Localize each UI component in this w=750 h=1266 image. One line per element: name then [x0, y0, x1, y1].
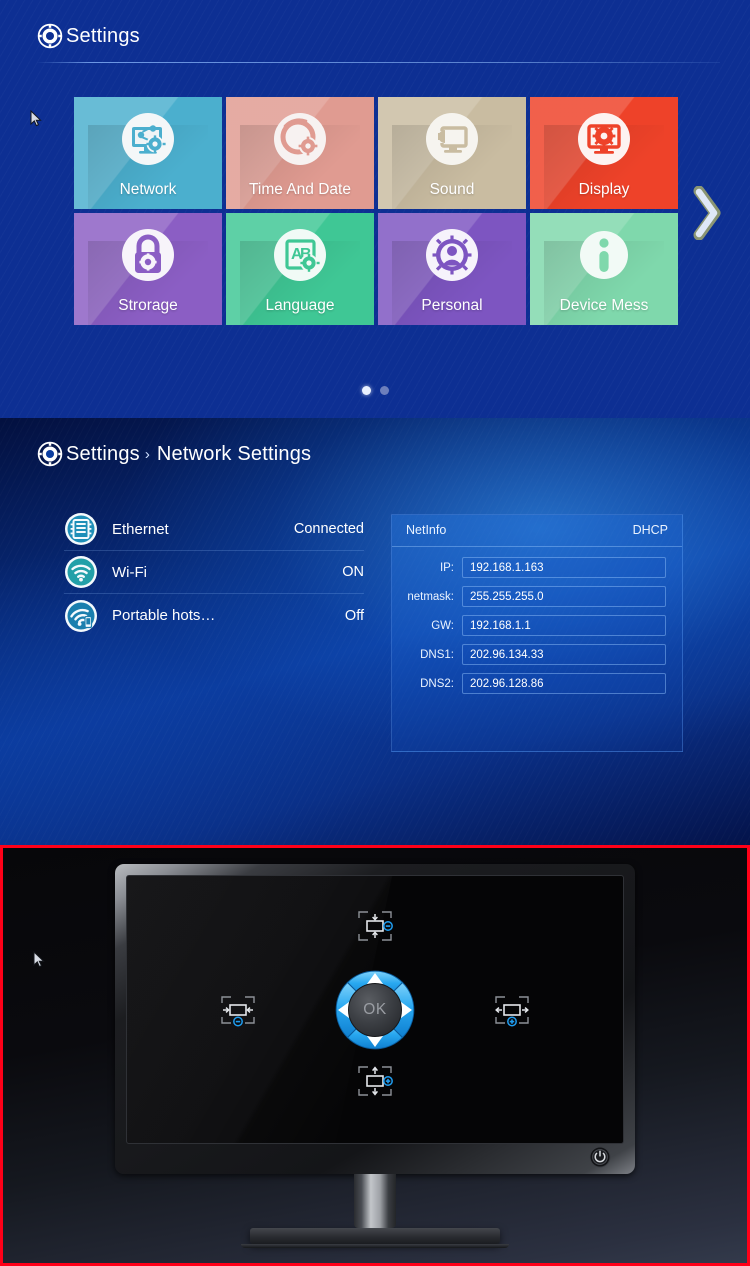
field-value[interactable]: 192.168.1.1: [462, 615, 666, 636]
netinfo-title: NetInfo: [406, 523, 447, 537]
field-value[interactable]: 192.168.1.163: [462, 557, 666, 578]
page-dot-active[interactable]: [361, 386, 371, 395]
clock-gear-icon: [272, 111, 328, 167]
screen-width-increase-icon[interactable]: [489, 992, 535, 1028]
screen-width-decrease-icon[interactable]: [215, 992, 261, 1028]
display-adjust-panel: OK: [0, 845, 750, 1266]
gear-icon: [36, 22, 64, 50]
settings-tile-grid: Network Time And Date Sound Display Stro…: [74, 97, 678, 329]
network-row-label: Portable hots…: [112, 607, 216, 624]
netinfo-mode[interactable]: DHCP: [633, 523, 668, 537]
netinfo-field-netmask: netmask: 255.255.255.0: [400, 586, 666, 607]
tile-label: Device Mess: [559, 297, 649, 314]
tile-strorage[interactable]: Strorage: [74, 213, 222, 325]
monitor-graphic: OK: [115, 864, 635, 1248]
monitor-base: [250, 1228, 500, 1244]
portable-hotspot-icon: [64, 599, 98, 633]
page-indicator: [0, 386, 750, 395]
settings-home-panel: Settings Network Time And Date Sound Dis…: [0, 0, 750, 418]
netinfo-field-dns2: DNS2: 202.96.128.86: [400, 673, 666, 694]
tile-row: Network Time And Date Sound Display: [74, 97, 678, 209]
tile-display[interactable]: Display: [530, 97, 678, 209]
network-settings-panel: Settings › Network Settings Ethernet Con…: [0, 418, 750, 845]
field-value[interactable]: 255.255.255.0: [462, 586, 666, 607]
tile-personal[interactable]: Personal: [378, 213, 526, 325]
ab-translate-icon: A B: [272, 227, 328, 283]
mouse-cursor: [33, 951, 45, 968]
display-gear-icon: [576, 111, 632, 167]
breadcrumb-root[interactable]: Settings: [66, 443, 140, 466]
tile-label: Time And Date: [249, 181, 351, 198]
gear-icon: [36, 440, 64, 468]
mouse-cursor: [30, 110, 42, 127]
ok-button[interactable]: OK: [348, 982, 402, 1037]
network-options-list: Ethernet Connected Wi-Fi ON Portable hot…: [64, 508, 364, 637]
power-icon[interactable]: [589, 1146, 611, 1168]
network-row-value: Off: [344, 607, 364, 624]
netinfo-field-dns1: DNS1: 202.96.134.33: [400, 644, 666, 665]
netinfo-field-gw: GW: 192.168.1.1: [400, 615, 666, 636]
tile-network[interactable]: Network: [74, 97, 222, 209]
field-label: DNS1:: [420, 648, 454, 661]
tile-language[interactable]: A B Language: [226, 213, 374, 325]
monitor-screen: OK: [126, 875, 624, 1144]
network-row-value: Connected: [293, 521, 364, 537]
network-row-ethernet[interactable]: Ethernet Connected: [64, 508, 364, 551]
field-label: IP:: [439, 561, 454, 574]
screen-height-decrease-icon[interactable]: [352, 908, 398, 944]
info-icon: [576, 227, 632, 283]
dpad-control: OK: [315, 950, 435, 1070]
page-title: Settings: [66, 24, 140, 47]
lock-gear-icon: [120, 227, 176, 283]
netinfo-card: NetInfo DHCP IP: 192.168.1.163 netmask: …: [391, 514, 683, 752]
tile-device-mess[interactable]: Device Mess: [530, 213, 678, 325]
chevron-right-icon[interactable]: [690, 185, 724, 241]
tile-label: Sound: [429, 181, 475, 198]
network-row-wifi[interactable]: Wi-Fi ON: [64, 551, 364, 594]
screenshot-root: Settings Network Time And Date Sound Dis…: [0, 0, 750, 1266]
network-share-monitor-icon: [120, 111, 176, 167]
wifi-icon: [64, 555, 98, 589]
tile-row: Strorage A B Language Personal Device Me…: [74, 213, 678, 325]
ethernet-port-icon: [64, 512, 98, 546]
tile-time-and-date[interactable]: Time And Date: [226, 97, 374, 209]
tile-label: Language: [265, 297, 335, 314]
breadcrumb: Settings: [36, 22, 140, 50]
field-label: DNS2:: [420, 677, 454, 690]
network-row-value: ON: [342, 564, 364, 580]
user-gear-icon: [424, 227, 480, 283]
monitor-bezel: OK: [115, 864, 635, 1174]
breadcrumb: Settings › Network Settings: [36, 440, 311, 468]
tile-label: Display: [578, 181, 630, 198]
network-row-label: Wi-Fi: [112, 563, 147, 581]
field-label: GW:: [431, 619, 454, 632]
tile-label: Personal: [421, 297, 483, 314]
monitor-neck: [354, 1174, 396, 1228]
monitor-base-lip: [241, 1244, 509, 1248]
tile-label: Strorage: [118, 297, 178, 314]
breadcrumb-current: Network Settings: [156, 442, 312, 465]
network-row-label: Ethernet: [112, 520, 169, 538]
header-divider: [36, 62, 720, 63]
speaker-monitor-icon: [424, 111, 480, 167]
field-value[interactable]: 202.96.128.86: [462, 673, 666, 694]
page-dot[interactable]: [379, 386, 389, 395]
ok-button-label: OK: [363, 1000, 387, 1018]
field-label: netmask:: [407, 590, 454, 603]
breadcrumb-separator: ›: [144, 445, 150, 463]
netinfo-field-ip: IP: 192.168.1.163: [400, 557, 666, 578]
netinfo-header: NetInfo DHCP: [392, 515, 682, 547]
field-value[interactable]: 202.96.134.33: [462, 644, 666, 665]
tile-label: Network: [119, 181, 177, 198]
tile-sound[interactable]: Sound: [378, 97, 526, 209]
netinfo-fields: IP: 192.168.1.163 netmask: 255.255.255.0…: [392, 547, 682, 694]
network-row-portable-hotspot[interactable]: Portable hots… Off: [64, 594, 364, 637]
